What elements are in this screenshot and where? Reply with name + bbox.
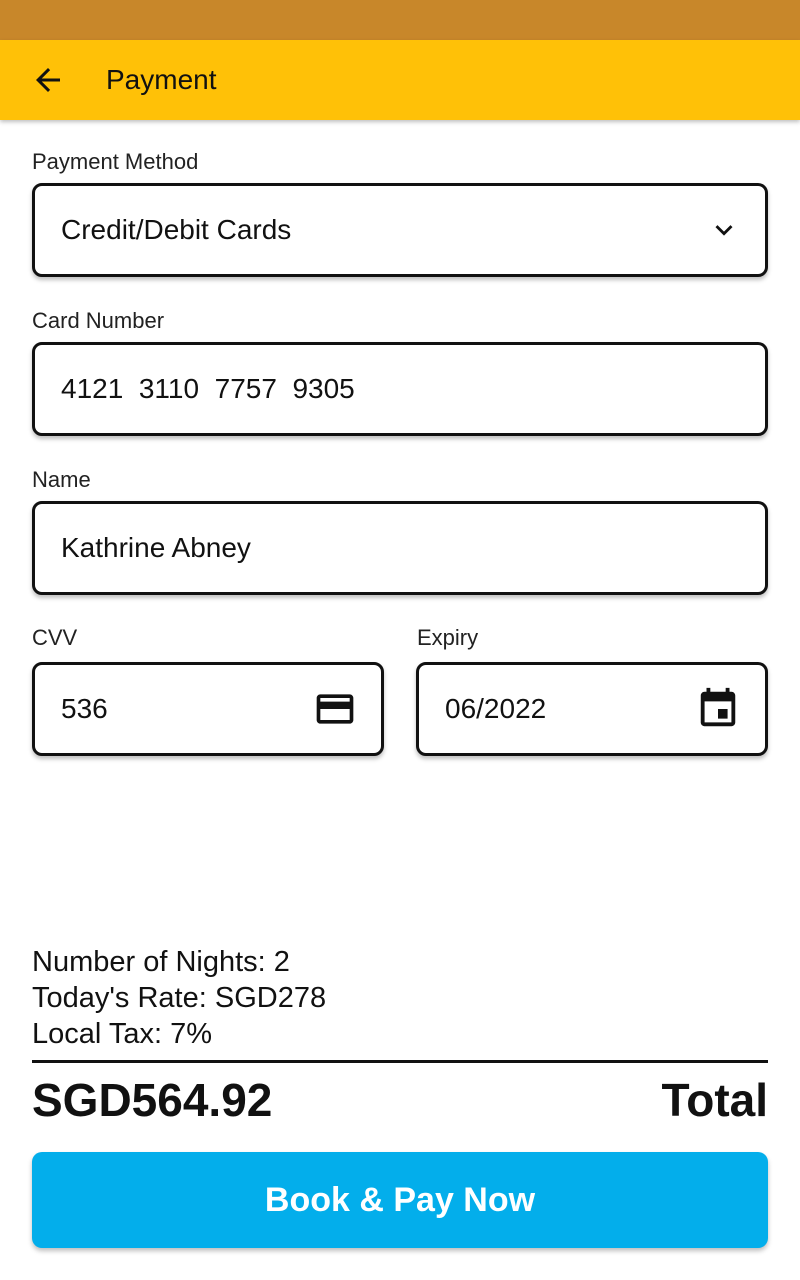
- divider: [32, 1060, 768, 1063]
- credit-card-icon: [313, 687, 357, 731]
- cvv-value: 536: [61, 693, 108, 724]
- name-label: Name: [32, 467, 91, 492]
- card-number-field[interactable]: 4121 3110 7757 9305: [32, 342, 768, 436]
- page-title: Payment: [106, 64, 217, 95]
- payment-method-label: Payment Method: [32, 149, 199, 174]
- cvv-field[interactable]: 536: [32, 662, 384, 756]
- tax-text: Local Tax: 7%: [32, 1018, 213, 1050]
- app-bar: Payment: [0, 40, 800, 120]
- nights-text: Number of Nights: 2: [32, 946, 290, 978]
- card-number-value: 4121 3110 7757 9305: [61, 373, 355, 404]
- payment-method-value: Credit/Debit Cards: [61, 214, 292, 245]
- expiry-field[interactable]: 06/2022: [416, 662, 768, 756]
- expiry-label: Expiry: [417, 625, 479, 650]
- rate-text: Today's Rate: SGD278: [32, 982, 327, 1014]
- name-field[interactable]: Kathrine Abney: [32, 501, 768, 595]
- total-amount: SGD564.92: [32, 1074, 273, 1126]
- arrow-back-icon: [36, 68, 60, 92]
- cvv-label: CVV: [32, 625, 78, 650]
- name-value: Kathrine Abney: [61, 532, 251, 563]
- back-button[interactable]: [28, 60, 68, 100]
- status-bar: [0, 0, 800, 40]
- total-label: Total: [661, 1074, 768, 1126]
- calendar-icon[interactable]: [695, 686, 741, 732]
- book-pay-button[interactable]: Book & Pay Now: [32, 1152, 768, 1248]
- chevron-down-icon: [707, 213, 741, 247]
- card-number-label: Card Number: [32, 308, 165, 333]
- expiry-value: 06/2022: [445, 693, 547, 724]
- booking-summary: Number of Nights: 2 Today's Rate: SGD278…: [32, 944, 326, 1052]
- payment-method-dropdown[interactable]: Credit/Debit Cards: [32, 183, 768, 277]
